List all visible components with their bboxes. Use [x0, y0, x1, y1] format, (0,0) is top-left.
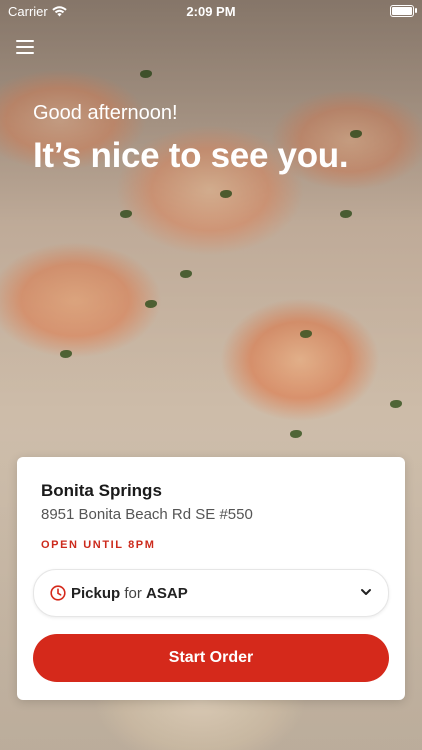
- order-mode: Pickup: [71, 584, 121, 602]
- order-time: ASAP: [146, 584, 188, 602]
- clock-icon: [50, 585, 66, 601]
- location-address: 8951 Bonita Beach Rd SE #550: [41, 506, 253, 523]
- chevron-down-icon: [361, 589, 371, 595]
- location-hours: OPEN UNTIL 8PM: [41, 539, 156, 551]
- battery-icon: [390, 5, 417, 17]
- location-name: Bonita Springs: [41, 481, 162, 500]
- status-bar: Carrier 2:09 PM: [0, 0, 422, 22]
- hamburger-menu-icon[interactable]: [16, 40, 34, 56]
- start-order-button[interactable]: Start Order: [33, 634, 389, 682]
- battery-fill: [392, 7, 412, 15]
- greeting-text: Good afternoon!: [33, 102, 178, 124]
- welcome-headline: It’s nice to see you.: [33, 136, 349, 175]
- order-connector: for: [124, 584, 142, 602]
- location-card: Bonita Springs 8951 Bonita Beach Rd SE #…: [17, 457, 405, 700]
- order-type-selector[interactable]: Pickup for ASAP: [33, 569, 389, 617]
- status-time: 2:09 PM: [186, 4, 236, 19]
- order-type-text: Pickup for ASAP: [71, 585, 188, 602]
